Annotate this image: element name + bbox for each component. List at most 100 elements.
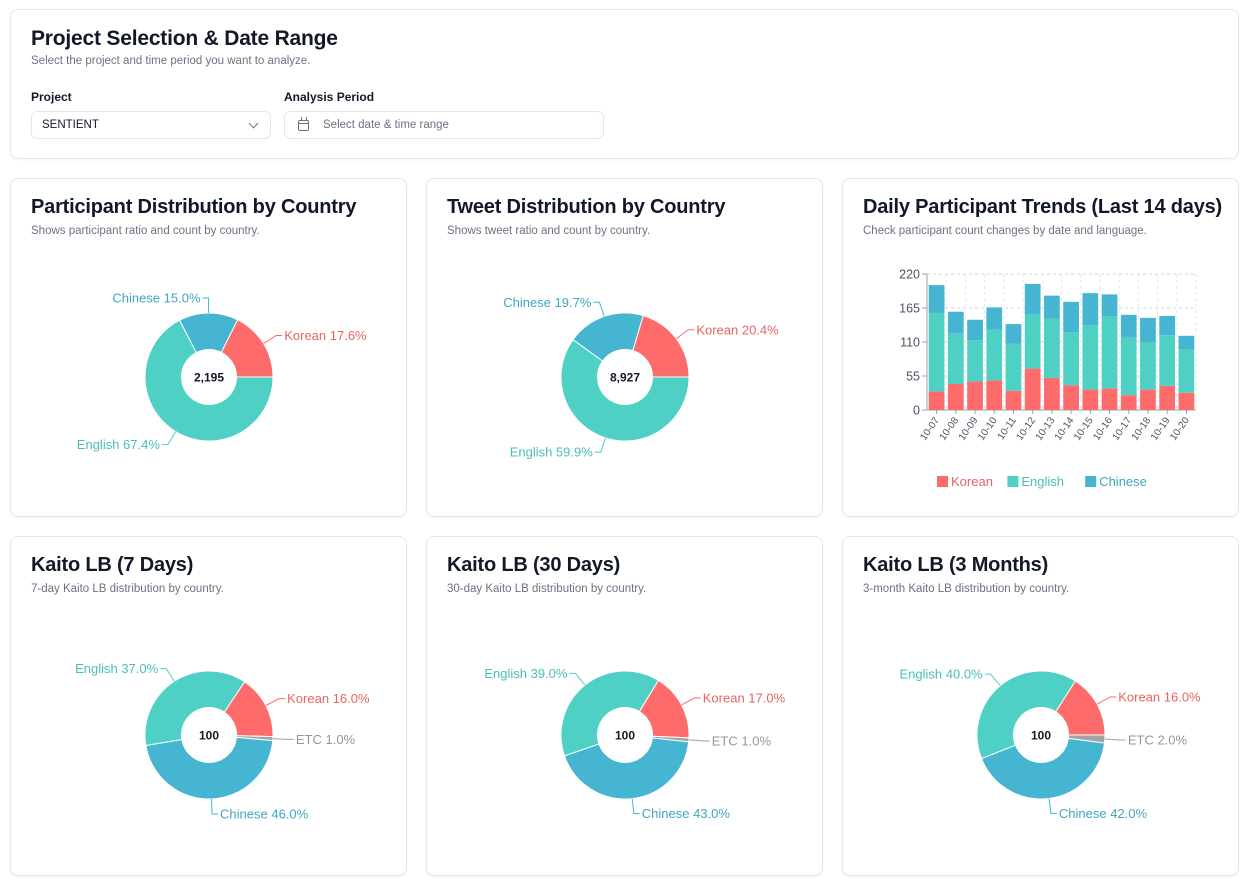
donut-center-total: 2,195 xyxy=(194,371,224,385)
donut-center-total: 100 xyxy=(199,729,219,743)
chevron-down-icon xyxy=(248,118,259,128)
kaito-3m-donut-chart: Korean 16.0% ETC 2.0% Chinese 42.0% English… xyxy=(900,667,1202,821)
bar-korean-10-07[interactable] xyxy=(928,391,945,410)
legend-item-korean[interactable]: Korean xyxy=(951,474,993,489)
bar-korean-10-20[interactable] xyxy=(1178,392,1195,410)
bar-english-10-08[interactable] xyxy=(947,333,964,385)
x-tick-label: 10-10 xyxy=(976,415,1000,443)
x-tick-label: 10-08 xyxy=(938,415,962,443)
bar-korean-10-18[interactable] xyxy=(1140,389,1156,410)
bar-korean-10-15[interactable] xyxy=(1082,389,1099,410)
bar-chinese-10-18[interactable] xyxy=(1140,317,1156,342)
bar-korean-10-17[interactable] xyxy=(1120,395,1137,410)
bar-korean-10-16[interactable] xyxy=(1101,388,1118,410)
bar-english-10-10[interactable] xyxy=(986,329,1003,381)
bar-chinese-10-07[interactable] xyxy=(928,285,945,313)
slice-label-line xyxy=(569,672,586,686)
donut-center-total: 100 xyxy=(615,729,635,743)
slice-label-line xyxy=(631,798,640,815)
bar-korean-10-19[interactable] xyxy=(1159,385,1176,410)
slice-label-chinese: Chinese 19.7% xyxy=(503,295,592,310)
bar-korean-10-10[interactable] xyxy=(986,380,1003,410)
date-range-picker[interactable]: Select date & time range xyxy=(284,111,604,139)
bar-english-10-14[interactable] xyxy=(1063,332,1079,386)
bar-chinese-10-19[interactable] xyxy=(1159,316,1176,336)
slice-label-korean: Korean 16.0% xyxy=(287,691,370,706)
tweet-distribution-card: Tweet Distribution by Country Shows twee… xyxy=(426,178,823,517)
slice-label-line xyxy=(681,697,701,706)
kaito-7d-card: Kaito LB (7 Days) 7-day Kaito LB distrib… xyxy=(10,536,407,876)
slice-label-etc: ETC 1.0% xyxy=(296,732,356,747)
bar-chinese-10-13[interactable] xyxy=(1044,295,1060,319)
bar-korean-10-14[interactable] xyxy=(1063,385,1079,410)
bar-chinese-10-16[interactable] xyxy=(1101,294,1118,317)
slice-label-line xyxy=(593,301,605,317)
x-tick-label: 10-17 xyxy=(1111,415,1135,443)
slice-label-line xyxy=(984,673,1001,687)
participant-distribution-card: Participant Distribution by Country Show… xyxy=(10,178,407,517)
date-range-placeholder: Select date & time range xyxy=(323,119,449,131)
x-tick-label: 10-09 xyxy=(957,415,981,443)
bar-english-10-16[interactable] xyxy=(1101,316,1118,389)
y-tick-label: 55 xyxy=(906,370,920,384)
slice-label-line xyxy=(210,798,219,815)
bar-chinese-10-17[interactable] xyxy=(1120,314,1137,338)
bar-korean-10-13[interactable] xyxy=(1044,377,1060,410)
slice-label-korean: Korean 16.0% xyxy=(1118,689,1201,704)
bar-korean-10-12[interactable] xyxy=(1024,368,1041,410)
x-tick-label: 10-15 xyxy=(1072,415,1096,443)
bar-english-10-18[interactable] xyxy=(1140,342,1156,390)
bar-english-10-12[interactable] xyxy=(1024,314,1041,369)
slice-label-chinese: Chinese 42.0% xyxy=(1059,806,1148,821)
bar-chinese-10-08[interactable] xyxy=(947,311,964,334)
slice-label-line xyxy=(160,668,175,682)
project-filter-panel: Project Selection & Date Range Select th… xyxy=(10,9,1239,159)
bar-korean-10-08[interactable] xyxy=(947,384,964,410)
x-tick-label: 10-19 xyxy=(1149,415,1173,443)
donut-center-total: 100 xyxy=(1031,729,1051,743)
x-tick-label: 10-20 xyxy=(1168,415,1192,443)
slice-label-line xyxy=(1048,798,1057,814)
kaito-3m-card: Kaito LB (3 Months) 3-month Kaito LB dis… xyxy=(842,536,1239,876)
bar-chinese-10-14[interactable] xyxy=(1063,301,1079,333)
bar-chinese-10-09[interactable] xyxy=(967,319,983,341)
bar-korean-10-11[interactable] xyxy=(1005,390,1022,410)
bar-english-10-11[interactable] xyxy=(1005,343,1022,391)
daily-trends-bar-chart: 05511016522010-0710-0810-0910-1010-1110-… xyxy=(899,268,1197,489)
participant-donut-chart: English 67.4% Chinese 15.0% Korean 17.6% 2,… xyxy=(77,291,367,452)
bar-chinese-10-20[interactable] xyxy=(1178,335,1195,350)
bar-chinese-10-11[interactable] xyxy=(1005,324,1022,344)
slice-label-line xyxy=(202,297,210,314)
x-tick-label: 10-12 xyxy=(1014,415,1038,443)
bar-chinese-10-12[interactable] xyxy=(1024,283,1041,315)
legend-item-english[interactable]: English xyxy=(1021,474,1064,489)
slice-label-chinese: Chinese 15.0% xyxy=(112,291,201,306)
slice-label-english: English 37.0% xyxy=(75,661,159,676)
x-tick-label: 10-07 xyxy=(918,415,942,443)
bar-chinese-10-15[interactable] xyxy=(1082,293,1099,326)
bar-english-10-15[interactable] xyxy=(1082,325,1099,390)
bar-english-10-19[interactable] xyxy=(1159,335,1176,386)
daily-trends-card: Daily Participant Trends (Last 14 days) … xyxy=(842,178,1239,517)
project-select-value: SENTIENT xyxy=(42,119,99,131)
bar-korean-10-09[interactable] xyxy=(967,381,983,410)
y-tick-label: 110 xyxy=(900,336,920,350)
bar-english-10-20[interactable] xyxy=(1178,349,1195,393)
slice-label-line xyxy=(1104,738,1126,741)
bar-english-10-07[interactable] xyxy=(928,312,945,392)
legend-swatch-chinese xyxy=(1085,476,1097,487)
slice-label-english: English 67.4% xyxy=(77,437,161,452)
bar-english-10-13[interactable] xyxy=(1044,318,1060,378)
slice-label-chinese: Chinese 46.0% xyxy=(220,806,309,821)
bar-chinese-10-10[interactable] xyxy=(986,307,1003,330)
x-tick-label: 10-18 xyxy=(1130,415,1154,443)
analysis-period-label: Analysis Period xyxy=(284,90,375,104)
bar-english-10-09[interactable] xyxy=(967,340,983,382)
legend-item-chinese[interactable]: Chinese xyxy=(1099,474,1147,489)
slice-label-chinese: Chinese 43.0% xyxy=(642,806,731,821)
slice-label-line xyxy=(688,739,710,742)
donut-center-total: 8,927 xyxy=(610,371,640,385)
project-select[interactable]: SENTIENT xyxy=(31,111,271,139)
bar-english-10-17[interactable] xyxy=(1120,337,1137,396)
slice-label-line xyxy=(594,437,606,453)
